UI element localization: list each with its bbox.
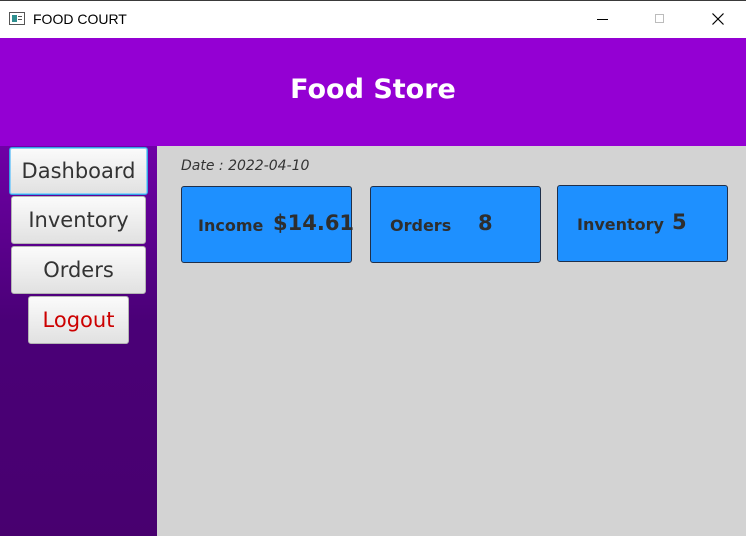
inventory-label: Inventory bbox=[577, 215, 664, 234]
income-card: Income $14.61 bbox=[181, 186, 355, 263]
title-bar: FOOD COURT bbox=[0, 0, 746, 38]
page-title: Food Store bbox=[290, 74, 456, 105]
sidebar: Dashboard Inventory Orders Logout bbox=[0, 146, 157, 536]
logout-button[interactable]: Logout bbox=[28, 296, 129, 344]
income-value: $14.61 bbox=[273, 211, 355, 235]
inventory-card: Inventory 5 bbox=[557, 185, 728, 262]
dashboard-button[interactable]: Dashboard bbox=[9, 147, 148, 195]
orders-card: Orders 8 bbox=[370, 186, 541, 263]
close-icon[interactable] bbox=[695, 1, 741, 38]
inventory-value: 5 bbox=[672, 210, 687, 234]
minimize-icon[interactable] bbox=[580, 1, 626, 38]
maximize-icon[interactable] bbox=[637, 1, 683, 38]
orders-button[interactable]: Orders bbox=[11, 246, 146, 294]
store-header: Food Store bbox=[0, 38, 746, 146]
orders-label: Orders bbox=[390, 216, 452, 235]
dashboard-content: Date : 2022-04-10 Income $14.61 Orders 8… bbox=[157, 146, 746, 536]
orders-value: 8 bbox=[478, 211, 493, 235]
inventory-button[interactable]: Inventory bbox=[11, 196, 146, 244]
date-label: Date : 2022-04-10 bbox=[181, 158, 310, 174]
app-window-icon bbox=[9, 12, 25, 25]
income-label: Income bbox=[198, 216, 264, 235]
window-title: FOOD COURT bbox=[33, 11, 127, 27]
